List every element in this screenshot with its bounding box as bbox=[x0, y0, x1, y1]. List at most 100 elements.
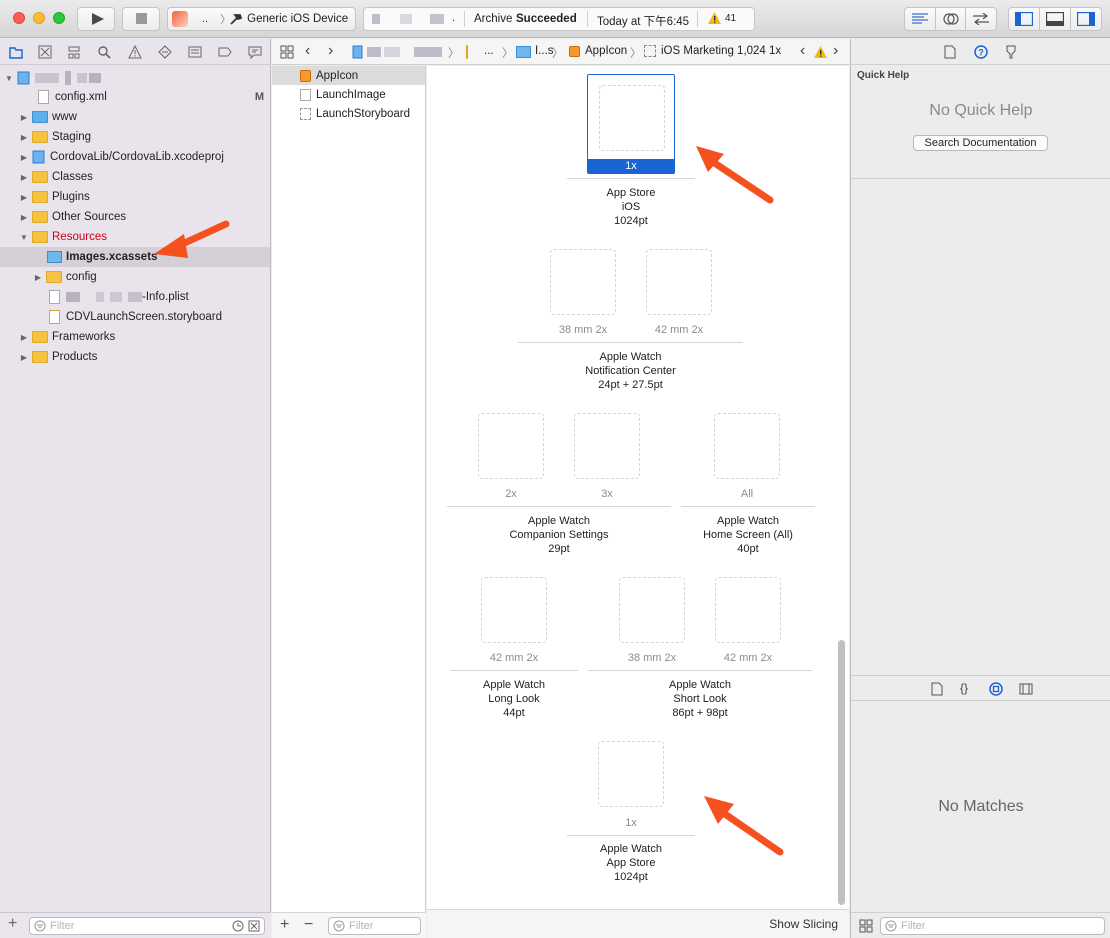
activity-project: . bbox=[452, 12, 456, 24]
search-documentation-button[interactable]: Search Documentation bbox=[913, 135, 1048, 151]
nav-item-info-plist[interactable]: -Info.plist bbox=[0, 287, 270, 307]
image-well[interactable] bbox=[550, 249, 616, 315]
quick-help-icon[interactable]: ? bbox=[974, 45, 988, 59]
image-well[interactable] bbox=[646, 249, 712, 315]
image-well[interactable] bbox=[619, 577, 685, 643]
report-icon[interactable] bbox=[248, 45, 262, 59]
editor-scrollbar[interactable] bbox=[838, 640, 845, 905]
nav-item-classes[interactable]: ▶ Classes bbox=[0, 167, 270, 187]
image-well[interactable] bbox=[715, 577, 781, 643]
source-control-icon[interactable] bbox=[38, 45, 52, 59]
slot-app-store-ios[interactable]: 1x bbox=[587, 74, 675, 174]
clock-icon[interactable] bbox=[232, 920, 244, 932]
grid-view-icon[interactable] bbox=[859, 919, 873, 933]
nav-item-products[interactable]: ▶ Products bbox=[0, 347, 270, 367]
crumb-slot[interactable]: iOS Marketing 1,024 1x bbox=[661, 45, 781, 57]
file-template-icon[interactable] bbox=[931, 682, 943, 696]
disclosure-closed-icon[interactable]: ▶ bbox=[33, 273, 43, 282]
standard-editor-button[interactable] bbox=[905, 8, 936, 30]
toggle-debug-area-button[interactable] bbox=[1040, 8, 1071, 30]
disclosure-closed-icon[interactable]: ▶ bbox=[19, 333, 29, 342]
image-well[interactable] bbox=[481, 577, 547, 643]
related-items-icon[interactable] bbox=[280, 45, 294, 59]
assistant-editor-button[interactable] bbox=[936, 8, 967, 30]
crumb-set[interactable]: AppIcon bbox=[585, 45, 627, 57]
stop-button[interactable] bbox=[122, 7, 160, 31]
project-root[interactable]: ▼ bbox=[0, 68, 270, 88]
nav-item-www[interactable]: ▶ www bbox=[0, 107, 270, 127]
diamond-icon[interactable] bbox=[158, 45, 172, 59]
editor-footer: Show Slicing bbox=[427, 909, 849, 938]
next-issue-button[interactable]: › bbox=[833, 42, 838, 60]
zoom-window-button[interactable] bbox=[53, 12, 65, 24]
project-navigator: ▼ config.xml M ▶ www ▶ Staging ▶ Cordova… bbox=[0, 39, 271, 938]
disclosure-closed-icon[interactable]: ▶ bbox=[19, 173, 29, 182]
version-editor-button[interactable] bbox=[966, 8, 996, 30]
disclosure-closed-icon[interactable]: ▶ bbox=[19, 133, 29, 142]
run-button[interactable] bbox=[77, 7, 115, 31]
disclosure-open-icon[interactable]: ▼ bbox=[4, 74, 14, 83]
back-button[interactable]: ‹ bbox=[305, 42, 310, 60]
asset-item-label: AppIcon bbox=[316, 69, 359, 82]
attributes-inspector-icon[interactable] bbox=[1004, 45, 1018, 59]
nav-item-label: config bbox=[66, 271, 97, 283]
library-filter-field[interactable]: Filter bbox=[880, 917, 1105, 935]
minimize-window-button[interactable] bbox=[33, 12, 45, 24]
right-panel-icon bbox=[1077, 12, 1095, 26]
scheme-selector[interactable]: .. 〉 Generic iOS Device bbox=[167, 7, 356, 31]
image-well[interactable] bbox=[599, 85, 665, 151]
search-icon[interactable] bbox=[97, 45, 111, 59]
tag-icon[interactable] bbox=[218, 45, 232, 59]
warning-indicator[interactable]: 41 bbox=[708, 12, 736, 24]
crumb-folder[interactable]: ... bbox=[484, 45, 494, 57]
remove-asset-button[interactable]: − bbox=[304, 916, 313, 934]
disclosure-closed-icon[interactable]: ▶ bbox=[19, 113, 29, 122]
image-well[interactable] bbox=[714, 413, 780, 479]
previous-issue-button[interactable]: ‹ bbox=[800, 42, 805, 60]
hierarchy-icon[interactable] bbox=[67, 45, 81, 59]
nav-item-cordovalib[interactable]: ▶ CordovaLib/CordovaLib.xcodeproj bbox=[0, 147, 270, 167]
folder-icon[interactable] bbox=[9, 45, 23, 59]
file-inspector-icon[interactable] bbox=[944, 45, 956, 59]
add-asset-button[interactable]: + bbox=[280, 916, 289, 934]
forward-button[interactable]: › bbox=[328, 42, 333, 60]
debug-icon[interactable] bbox=[188, 45, 202, 59]
code-snippet-icon[interactable]: {} bbox=[960, 681, 968, 695]
disclosure-closed-icon[interactable]: ▶ bbox=[19, 193, 29, 202]
storyboard-icon bbox=[300, 107, 311, 120]
rings-icon bbox=[942, 13, 959, 25]
no-quick-help-text: No Quick Help bbox=[929, 102, 1033, 119]
redacted-text bbox=[384, 47, 400, 57]
asset-list-footer: + − Filter bbox=[272, 912, 426, 938]
nav-item-staging[interactable]: ▶ Staging bbox=[0, 127, 270, 147]
navigator-filter-field[interactable]: Filter bbox=[29, 917, 265, 935]
object-library-icon[interactable] bbox=[989, 682, 1003, 696]
toggle-navigator-button[interactable] bbox=[1009, 8, 1040, 30]
asset-filter-field[interactable]: Filter bbox=[328, 917, 421, 935]
disclosure-closed-icon[interactable]: ▶ bbox=[19, 153, 29, 162]
crumb-assets[interactable]: I...s bbox=[535, 45, 554, 57]
group-title-companion-settings: Apple Watch Companion Settings 29pt bbox=[509, 515, 609, 555]
scm-filter-icon[interactable] bbox=[248, 920, 260, 932]
asset-item-launchimage[interactable]: LaunchImage bbox=[272, 85, 425, 104]
nav-item-storyboard[interactable]: CDVLaunchScreen.storyboard bbox=[0, 307, 270, 327]
disclosure-closed-icon[interactable]: ▶ bbox=[19, 213, 29, 222]
asset-item-launchstoryboard[interactable]: LaunchStoryboard bbox=[272, 104, 425, 123]
disclosure-open-icon[interactable]: ▼ bbox=[19, 233, 29, 242]
warning-icon[interactable] bbox=[814, 46, 827, 58]
add-icon[interactable]: + bbox=[8, 915, 17, 933]
media-library-icon[interactable] bbox=[1019, 683, 1033, 695]
nav-item-frameworks[interactable]: ▶ Frameworks bbox=[0, 327, 270, 347]
nav-item-config-xml[interactable]: config.xml M bbox=[0, 87, 270, 107]
close-window-button[interactable] bbox=[13, 12, 25, 24]
image-well[interactable] bbox=[478, 413, 544, 479]
warning-icon[interactable] bbox=[128, 45, 142, 59]
nav-item-config[interactable]: ▶ config bbox=[0, 267, 270, 287]
image-well[interactable] bbox=[598, 741, 664, 807]
image-well[interactable] bbox=[574, 413, 640, 479]
asset-item-appicon[interactable]: AppIcon bbox=[272, 66, 425, 85]
disclosure-closed-icon[interactable]: ▶ bbox=[19, 353, 29, 362]
show-slicing-button[interactable]: Show Slicing bbox=[769, 917, 838, 931]
nav-item-plugins[interactable]: ▶ Plugins bbox=[0, 187, 270, 207]
toggle-inspector-button[interactable] bbox=[1071, 8, 1101, 30]
